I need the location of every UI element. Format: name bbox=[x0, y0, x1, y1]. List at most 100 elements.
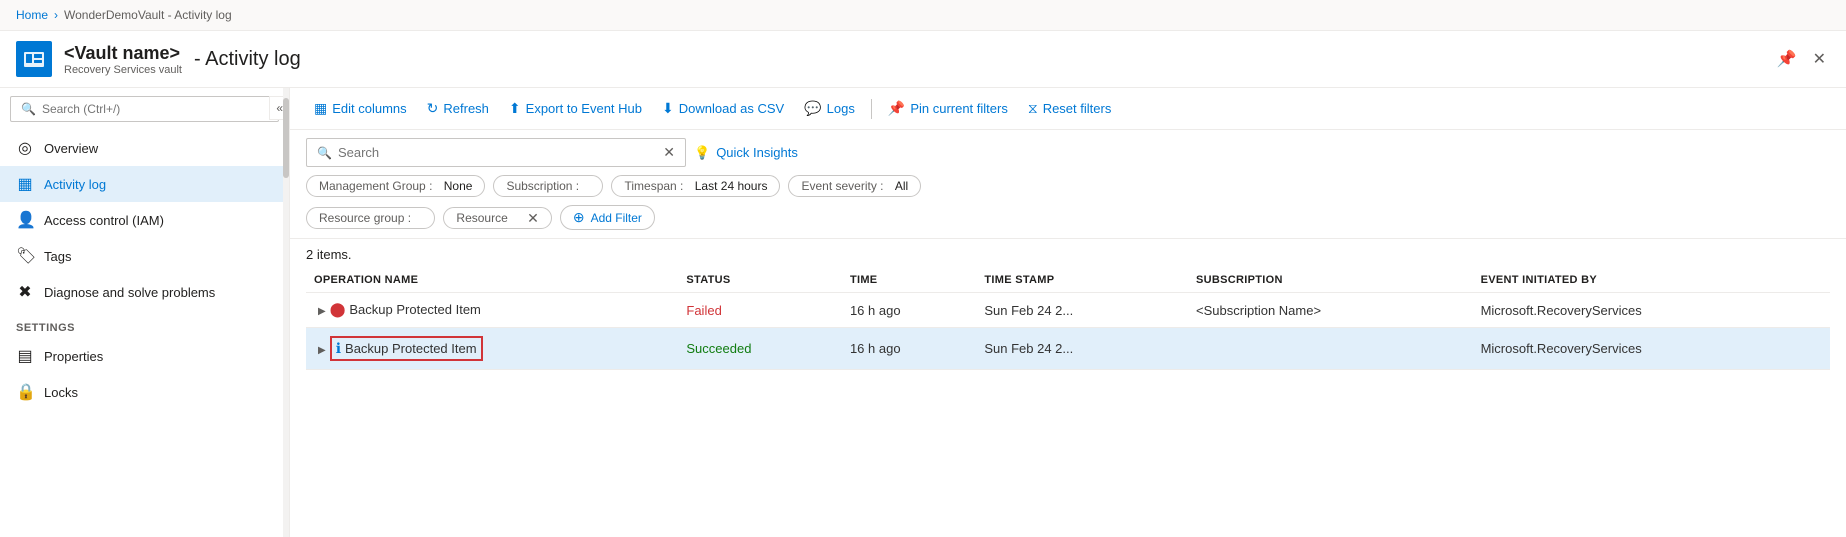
col-header-operation: OPERATION NAME bbox=[306, 268, 678, 293]
sidebar-item-activity-log[interactable]: ▦ Activity log bbox=[0, 166, 289, 202]
expand-button-row2[interactable]: ▶ bbox=[314, 343, 330, 358]
cell-initiated-row1: Microsoft.RecoveryServices bbox=[1473, 293, 1830, 328]
refresh-label: Refresh bbox=[443, 101, 489, 116]
chip-val-3: All bbox=[895, 179, 908, 193]
download-csv-label: Download as CSV bbox=[679, 101, 785, 116]
sidebar-search-input[interactable] bbox=[42, 102, 268, 116]
header-right: 📌 ✕ bbox=[1773, 45, 1830, 73]
filter-chip-extra-1[interactable]: Resource ✕ bbox=[443, 207, 551, 229]
sidebar: 🔍 « ◎ Overview ▦ Activity log 👤 Access c… bbox=[0, 88, 290, 537]
sidebar-item-overview[interactable]: ◎ Overview bbox=[0, 130, 289, 166]
vault-subtitle: Recovery Services vault bbox=[64, 64, 182, 76]
filter-chip-2[interactable]: Timespan : Last 24 hours bbox=[611, 175, 780, 197]
col-header-status: STATUS bbox=[678, 268, 842, 293]
reset-filters-icon: ⧖ bbox=[1028, 100, 1038, 117]
cell-initiated-row2: Microsoft.RecoveryServices bbox=[1473, 328, 1830, 370]
sidebar-icon-overview: ◎ bbox=[16, 138, 34, 158]
pin-filters-button[interactable]: 📌 Pin current filters bbox=[880, 96, 1016, 121]
table-row-row2[interactable]: ▶ℹBackup Protected ItemSucceeded16 h ago… bbox=[306, 328, 1830, 370]
search-clear-button[interactable]: ✕ bbox=[663, 144, 675, 161]
cell-status-row2: Succeeded bbox=[678, 328, 842, 370]
table-row-row1[interactable]: ▶⬤Backup Protected ItemFailed16 h agoSun… bbox=[306, 293, 1830, 328]
edit-columns-icon: ▦ bbox=[314, 100, 327, 117]
refresh-button[interactable]: ↻ Refresh bbox=[419, 96, 497, 121]
operation-name: Backup Protected Item bbox=[349, 302, 481, 317]
sidebar-label-access-control: Access control (IAM) bbox=[44, 213, 164, 228]
sidebar-icon-diagnose: ✖ bbox=[16, 282, 34, 302]
toolbar: ▦ Edit columns ↻ Refresh ⬆ Export to Eve… bbox=[290, 88, 1846, 130]
filter-row-2: Management Group : None Subscription : Ti… bbox=[306, 175, 1830, 197]
sidebar-item-diagnose[interactable]: ✖ Diagnose and solve problems bbox=[0, 274, 289, 310]
vault-title: <Vault name> bbox=[64, 43, 182, 64]
filter-chip-1[interactable]: Subscription : bbox=[493, 175, 603, 197]
sidebar-item-tags[interactable]: 🏷 Tags bbox=[0, 238, 289, 274]
filter-chip-extra-0[interactable]: Resource group : bbox=[306, 207, 435, 229]
logs-button[interactable]: 💬 Logs bbox=[796, 96, 863, 121]
col-header-timestamp: TIME STAMP bbox=[976, 268, 1188, 293]
chip-close-extra-1[interactable]: ✕ bbox=[523, 211, 539, 225]
close-window-button[interactable]: ✕ bbox=[1809, 45, 1830, 73]
sidebar-label-activity-log: Activity log bbox=[44, 177, 106, 192]
edit-columns-label: Edit columns bbox=[332, 101, 406, 116]
sidebar-search-container[interactable]: 🔍 bbox=[10, 96, 279, 122]
chip-key-extra-0: Resource group : bbox=[319, 211, 411, 225]
expand-button-row1[interactable]: ▶ bbox=[314, 304, 330, 319]
filter-row-3: Resource group : Resource ✕ ⊕ Add Filter bbox=[306, 205, 1830, 230]
sidebar-item-access-control[interactable]: 👤 Access control (IAM) bbox=[0, 202, 289, 238]
chip-val-2: Last 24 hours bbox=[695, 179, 768, 193]
filter-chip-0[interactable]: Management Group : None bbox=[306, 175, 485, 197]
chip-key-3: Event severity : bbox=[801, 179, 883, 193]
activity-table: OPERATION NAMESTATUSTIMETIME STAMPSUBSCR… bbox=[306, 268, 1830, 370]
cell-subscription-row2[interactable] bbox=[1188, 328, 1473, 370]
scrollbar-track bbox=[283, 88, 289, 537]
sidebar-label-tags: Tags bbox=[44, 249, 71, 264]
header-left: <Vault name> Recovery Services vault - A… bbox=[16, 41, 301, 77]
breadcrumb-current: WonderDemoVault - Activity log bbox=[64, 8, 232, 22]
operation-name: Backup Protected Item bbox=[345, 341, 477, 356]
search-box[interactable]: 🔍 ✕ bbox=[306, 138, 686, 167]
pin-filters-icon: 📌 bbox=[888, 100, 905, 117]
table-header: OPERATION NAMESTATUSTIMETIME STAMPSUBSCR… bbox=[306, 268, 1830, 293]
sidebar-icon-tags: 🏷 bbox=[16, 246, 34, 266]
sidebar-label-overview: Overview bbox=[44, 141, 98, 156]
cell-timestamp-row2: Sun Feb 24 2... bbox=[976, 328, 1188, 370]
pin-window-button[interactable]: 📌 bbox=[1773, 45, 1801, 73]
activity-log-header-title: - Activity log bbox=[194, 48, 301, 71]
sidebar-nav: ◎ Overview ▦ Activity log 👤 Access contr… bbox=[0, 130, 289, 310]
pin-filters-label: Pin current filters bbox=[910, 101, 1008, 116]
items-count: 2 items. bbox=[306, 239, 1830, 268]
col-header-subscription: SUBSCRIPTION bbox=[1188, 268, 1473, 293]
quick-insights-button[interactable]: 💡 Quick Insights bbox=[694, 145, 798, 161]
sidebar-settings-nav: ▤ Properties 🔒 Locks bbox=[0, 338, 289, 410]
sidebar-label-diagnose: Diagnose and solve problems bbox=[44, 285, 215, 300]
edit-columns-button[interactable]: ▦ Edit columns bbox=[306, 96, 415, 121]
chip-val-0: None bbox=[444, 179, 473, 193]
sidebar-icon-access-control: 👤 bbox=[16, 210, 34, 230]
search-input[interactable] bbox=[338, 145, 657, 160]
sidebar-item-locks[interactable]: 🔒 Locks bbox=[0, 374, 289, 410]
chip-key-extra-1: Resource bbox=[456, 211, 507, 225]
chip-key-0: Management Group : bbox=[319, 179, 432, 193]
cell-timestamp-row1: Sun Feb 24 2... bbox=[976, 293, 1188, 328]
sidebar-item-properties[interactable]: ▤ Properties bbox=[0, 338, 289, 374]
cell-time-row1: 16 h ago bbox=[842, 293, 976, 328]
cell-operation-row2: ▶ℹBackup Protected Item bbox=[306, 328, 678, 370]
search-icon: 🔍 bbox=[317, 146, 332, 160]
reset-filters-label: Reset filters bbox=[1043, 101, 1112, 116]
operation-cell-inner: ℹBackup Protected Item bbox=[330, 336, 483, 361]
table-body: ▶⬤Backup Protected ItemFailed16 h agoSun… bbox=[306, 293, 1830, 370]
reset-filters-button[interactable]: ⧖ Reset filters bbox=[1020, 96, 1119, 121]
logs-icon: 💬 bbox=[804, 100, 821, 117]
page-header: <Vault name> Recovery Services vault - A… bbox=[0, 31, 1846, 88]
download-csv-button[interactable]: ⬇ Download as CSV bbox=[654, 96, 792, 121]
cell-time-row2: 16 h ago bbox=[842, 328, 976, 370]
export-hub-button[interactable]: ⬆ Export to Event Hub bbox=[501, 96, 650, 121]
chip-key-1: Subscription : bbox=[506, 179, 579, 193]
breadcrumb-home[interactable]: Home bbox=[16, 8, 48, 22]
add-filter-label: Add Filter bbox=[591, 211, 642, 225]
add-filter-button[interactable]: ⊕ Add Filter bbox=[560, 205, 655, 230]
sidebar-icon-activity-log: ▦ bbox=[16, 174, 34, 194]
filter-chip-3[interactable]: Event severity : All bbox=[788, 175, 921, 197]
export-hub-icon: ⬆ bbox=[509, 100, 521, 117]
breadcrumb-sep: › bbox=[54, 8, 58, 22]
